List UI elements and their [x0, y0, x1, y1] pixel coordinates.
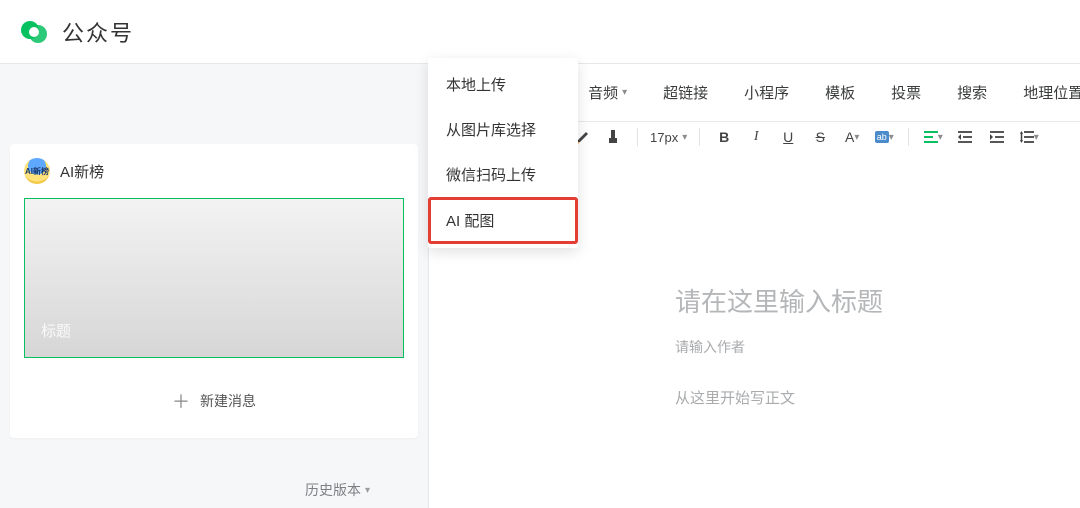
strikethrough-button[interactable]: S — [808, 125, 832, 149]
main-area: AI新榜 AI新榜 标题 ＋ 新建消息 历史版本 ▾ 图片 ▾ 视频 — [0, 64, 1080, 508]
history-label: 历史版本 — [305, 480, 361, 500]
align-button[interactable]: ▾ — [921, 125, 945, 149]
tab-search[interactable]: 搜索 — [939, 64, 1005, 121]
tab-template-label: 模板 — [825, 82, 855, 103]
separator — [699, 128, 700, 146]
indent-increase-button[interactable] — [985, 125, 1009, 149]
cover-block[interactable]: 标题 — [24, 198, 404, 358]
dd-local-upload[interactable]: 本地上传 — [428, 64, 578, 107]
tab-location-label: 地理位置 — [1023, 82, 1080, 103]
tab-audio[interactable]: 音频 ▾ — [570, 64, 645, 121]
dd-from-library[interactable]: 从图片库选择 — [428, 107, 578, 152]
tab-audio-label: 音频 — [588, 82, 618, 103]
separator — [637, 128, 638, 146]
account-row: AI新榜 AI新榜 — [24, 158, 404, 184]
image-dropdown: 本地上传 从图片库选择 微信扫码上传 AI 配图 — [428, 64, 578, 248]
indent-decrease-button[interactable] — [953, 125, 977, 149]
brand-title: 公众号 — [62, 16, 134, 48]
tab-hyperlink-label: 超链接 — [663, 82, 708, 103]
tab-vote[interactable]: 投票 — [873, 64, 939, 121]
history-version-button[interactable]: 历史版本 ▾ — [305, 480, 370, 500]
account-name: AI新榜 — [60, 161, 104, 182]
message-card: AI新榜 AI新榜 标题 ＋ 新建消息 — [10, 144, 418, 438]
add-message-button[interactable]: ＋ 新建消息 — [24, 388, 404, 414]
title-input[interactable]: 请在这里输入标题 — [675, 282, 1080, 319]
plus-icon: ＋ — [172, 388, 190, 414]
dd-ai-image[interactable]: AI 配图 — [428, 197, 578, 244]
author-input[interactable]: 请输入作者 — [675, 337, 1080, 357]
body-input[interactable]: 从这里开始写正文 — [675, 387, 1080, 408]
bold-button[interactable]: B — [712, 125, 736, 149]
font-size-select[interactable]: 17px ▾ — [650, 130, 687, 145]
tab-template[interactable]: 模板 — [807, 64, 873, 121]
paint-brush-icon[interactable] — [601, 125, 625, 149]
caret-down-icon: ▾ — [889, 132, 894, 143]
caret-down-icon: ▾ — [854, 132, 859, 143]
caret-down-icon: ▾ — [1034, 132, 1039, 143]
tab-miniprogram[interactable]: 小程序 — [726, 64, 807, 121]
wechat-oa-logo-icon — [18, 16, 50, 48]
left-panel: AI新榜 AI新榜 标题 ＋ 新建消息 历史版本 ▾ — [0, 64, 428, 508]
tab-miniprogram-label: 小程序 — [744, 82, 789, 103]
cover-title-placeholder: 标题 — [41, 320, 71, 341]
chevron-down-icon: ▾ — [365, 485, 370, 496]
tab-search-label: 搜索 — [957, 82, 987, 103]
editor-panel: 图片 ▾ 视频 音频 ▾ 超链接 小程序 模板 投票 — [428, 64, 1080, 508]
caret-down-icon: ▾ — [938, 132, 943, 143]
italic-button[interactable]: I — [744, 125, 768, 149]
caret-down-icon: ▾ — [682, 132, 687, 143]
add-message-label: 新建消息 — [200, 391, 256, 411]
tab-hyperlink[interactable]: 超链接 — [645, 64, 726, 121]
app-header: 公众号 — [0, 0, 1080, 64]
separator — [908, 128, 909, 146]
highlight-button[interactable]: ab ▾ — [872, 125, 896, 149]
tab-location[interactable]: 地理位置 — [1005, 64, 1080, 121]
caret-down-icon: ▾ — [622, 87, 627, 98]
underline-button[interactable]: U — [776, 125, 800, 149]
line-spacing-button[interactable]: ▾ — [1017, 125, 1041, 149]
tab-vote-label: 投票 — [891, 82, 921, 103]
font-size-label: 17px — [650, 130, 678, 145]
font-color-button[interactable]: A▾ — [840, 125, 864, 149]
dd-wechat-scan[interactable]: 微信扫码上传 — [428, 152, 578, 197]
avatar-icon: AI新榜 — [24, 158, 50, 184]
